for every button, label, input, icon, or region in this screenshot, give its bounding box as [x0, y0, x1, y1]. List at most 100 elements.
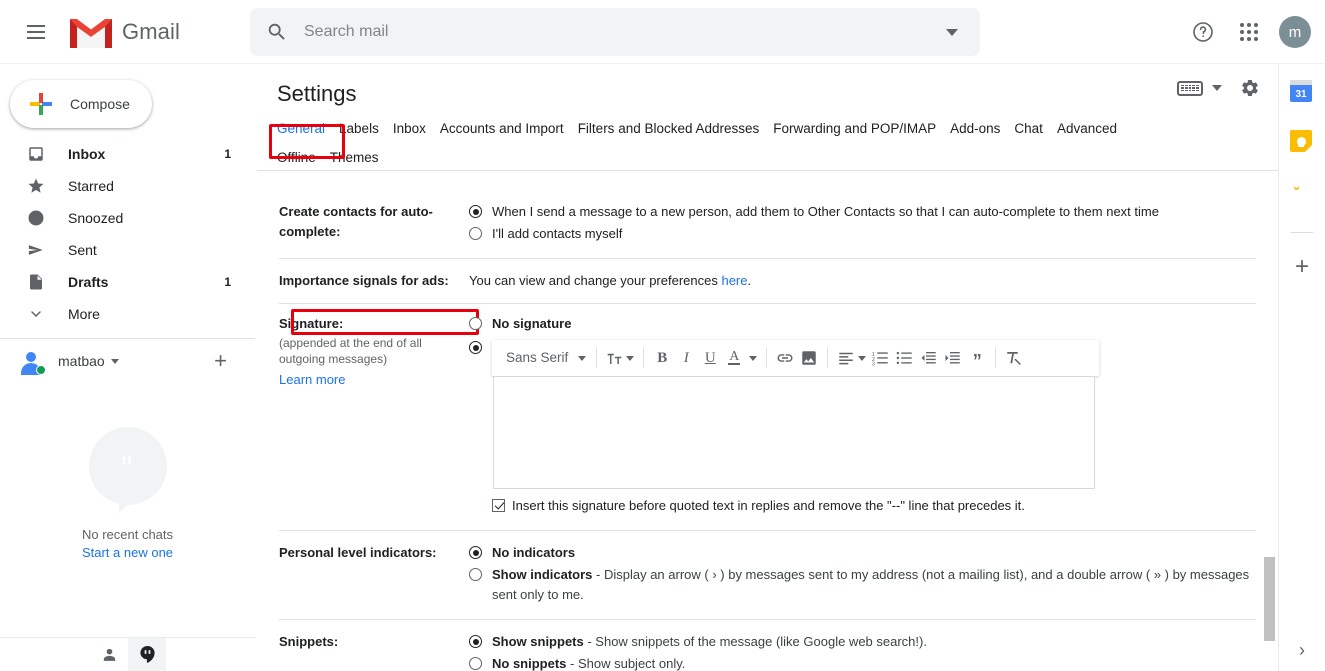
gear-icon[interactable]: [1240, 78, 1260, 98]
tab-inbox[interactable]: Inbox: [393, 117, 426, 140]
toolbar-divider: [643, 348, 645, 368]
insert-signature-checkbox[interactable]: [492, 499, 505, 512]
gmail-logo[interactable]: Gmail: [70, 15, 180, 48]
row-value: Show snippets - Show snippets of the mes…: [469, 632, 1256, 671]
calendar-day-number: 31: [1290, 80, 1312, 102]
tab-themes[interactable]: Themes: [330, 146, 379, 169]
option-no-indicators[interactable]: No indicators: [469, 543, 1256, 563]
align-icon[interactable]: [834, 344, 869, 372]
radio-button[interactable]: [469, 341, 482, 354]
search-bar[interactable]: [250, 8, 980, 56]
contacts-person-icon[interactable]: [90, 638, 128, 671]
sidebar-item-starred[interactable]: Starred: [0, 170, 245, 202]
account-row[interactable]: matbao +: [0, 339, 255, 383]
option-label: No snippets: [492, 656, 567, 671]
indent-less-icon[interactable]: [917, 344, 941, 372]
hangouts-icon[interactable]: [128, 638, 166, 671]
start-new-chat-link[interactable]: Start a new one: [82, 545, 173, 560]
insert-link-icon[interactable]: [773, 344, 797, 372]
settings-content-scroll[interactable]: Create contacts for auto-complete: When …: [257, 190, 1278, 671]
scrollbar-thumb[interactable]: [1264, 557, 1275, 641]
sidebar-item-sent[interactable]: Sent: [0, 234, 245, 266]
chevron-down-icon[interactable]: [1212, 85, 1222, 91]
option-description: - Display an arrow ( › ) by messages sen…: [492, 567, 1250, 602]
insert-signature-checkbox-row[interactable]: Insert this signature before quoted text…: [492, 496, 1099, 516]
sidebar-item-drafts[interactable]: Drafts 1: [0, 266, 245, 298]
sidebar-item-more[interactable]: More: [0, 298, 245, 330]
bulleted-list-icon[interactable]: [893, 344, 917, 372]
keyboard-icon[interactable]: [1177, 80, 1203, 96]
google-calendar-icon[interactable]: 31: [1290, 80, 1314, 104]
remove-formatting-icon[interactable]: [1002, 344, 1026, 372]
row-value: No signature Sans Serif B I U A 1 2 3 ” …: [469, 314, 1256, 518]
settings-scrollbar[interactable]: [1264, 190, 1276, 671]
signature-textarea[interactable]: [493, 376, 1095, 489]
option-no-signature[interactable]: No signature: [469, 314, 1256, 334]
font-size-icon[interactable]: [603, 344, 637, 372]
sidebar-item-count: 1: [224, 147, 231, 161]
option-label: When I send a message to a new person, a…: [492, 204, 1159, 219]
radio-button[interactable]: [469, 205, 482, 218]
numbered-list-icon[interactable]: 123: [869, 344, 893, 372]
help-icon[interactable]: [1183, 12, 1223, 52]
option-add-contacts-myself[interactable]: I'll add contacts myself: [469, 224, 1256, 244]
compose-button[interactable]: Compose: [10, 80, 152, 128]
tab-add-ons[interactable]: Add-ons: [950, 117, 1000, 140]
avatar[interactable]: m: [1279, 16, 1311, 48]
tab-chat[interactable]: Chat: [1014, 117, 1043, 140]
option-show-indicators[interactable]: Show indicators - Display an arrow ( › )…: [469, 565, 1256, 605]
chevron-right-icon[interactable]: ›: [1299, 640, 1305, 661]
signature-label: Signature:: [279, 316, 344, 331]
settings-tab-row-2: Offline Themes: [277, 146, 1264, 169]
sidebar-nav-list: Inbox 1 Starred Snoozed Sent Drafts 1 Mo…: [0, 138, 255, 330]
radio-button[interactable]: [469, 546, 482, 559]
radio-button[interactable]: [469, 317, 482, 330]
bold-icon[interactable]: B: [650, 344, 674, 372]
search-options-icon[interactable]: [932, 12, 972, 52]
row-create-contacts: Create contacts for auto-complete: When …: [279, 190, 1256, 259]
radio-button[interactable]: [469, 657, 482, 670]
google-keep-icon[interactable]: [1290, 130, 1314, 154]
tab-filters-and-blocked-addresses[interactable]: Filters and Blocked Addresses: [578, 117, 760, 140]
option-signature-editor[interactable]: Sans Serif B I U A 1 2 3 ” Insert this s…: [469, 338, 1256, 516]
clock-icon: [26, 208, 46, 228]
indent-more-icon[interactable]: [941, 344, 965, 372]
insert-image-icon[interactable]: [797, 344, 821, 372]
radio-button[interactable]: [469, 568, 482, 581]
tab-accounts-and-import[interactable]: Accounts and Import: [440, 117, 564, 140]
font-family-dropdown[interactable]: Sans Serif: [498, 348, 590, 368]
hamburger-icon[interactable]: [12, 8, 60, 56]
tab-advanced[interactable]: Advanced: [1057, 117, 1117, 140]
text-color-icon[interactable]: A: [722, 344, 746, 372]
learn-more-link[interactable]: Learn more: [279, 370, 461, 390]
quote-icon[interactable]: ”: [965, 344, 989, 372]
google-tasks-icon[interactable]: [1290, 176, 1314, 204]
radio-button[interactable]: [469, 635, 482, 648]
svg-text:3: 3: [872, 362, 875, 367]
sidebar-item-snoozed[interactable]: Snoozed: [0, 202, 245, 234]
compose-label: Compose: [70, 96, 130, 112]
settings-pane: Settings General Labels Inbox Accounts a…: [257, 64, 1278, 671]
importance-text-after: .: [747, 273, 752, 288]
sidebar-item-inbox[interactable]: Inbox 1: [0, 138, 245, 170]
row-snippets: Snippets: Show snippets - Show snippets …: [279, 620, 1256, 671]
chevron-down-icon[interactable]: [110, 358, 119, 364]
italic-icon[interactable]: I: [674, 344, 698, 372]
radio-button[interactable]: [469, 227, 482, 240]
preferences-link[interactable]: here: [721, 273, 747, 288]
tab-forwarding-and-pop-imap[interactable]: Forwarding and POP/IMAP: [773, 117, 936, 140]
text-color-caret-icon[interactable]: [746, 344, 760, 372]
search-input[interactable]: [302, 22, 932, 42]
add-app-icon[interactable]: +: [1295, 255, 1309, 279]
option-description: - Show snippets of the message (like Goo…: [583, 634, 927, 649]
underline-icon[interactable]: U: [698, 344, 722, 372]
option-auto-add-contacts[interactable]: When I send a message to a new person, a…: [469, 202, 1256, 222]
add-account-icon[interactable]: +: [214, 350, 227, 372]
tab-general[interactable]: General: [277, 117, 325, 140]
apps-grid-icon[interactable]: [1229, 12, 1269, 52]
chevron-down-icon: [578, 355, 587, 361]
tab-offline[interactable]: Offline: [277, 146, 316, 169]
option-no-snippets[interactable]: No snippets - Show subject only.: [469, 654, 1256, 671]
tab-labels[interactable]: Labels: [339, 117, 379, 140]
option-show-snippets[interactable]: Show snippets - Show snippets of the mes…: [469, 632, 1256, 652]
